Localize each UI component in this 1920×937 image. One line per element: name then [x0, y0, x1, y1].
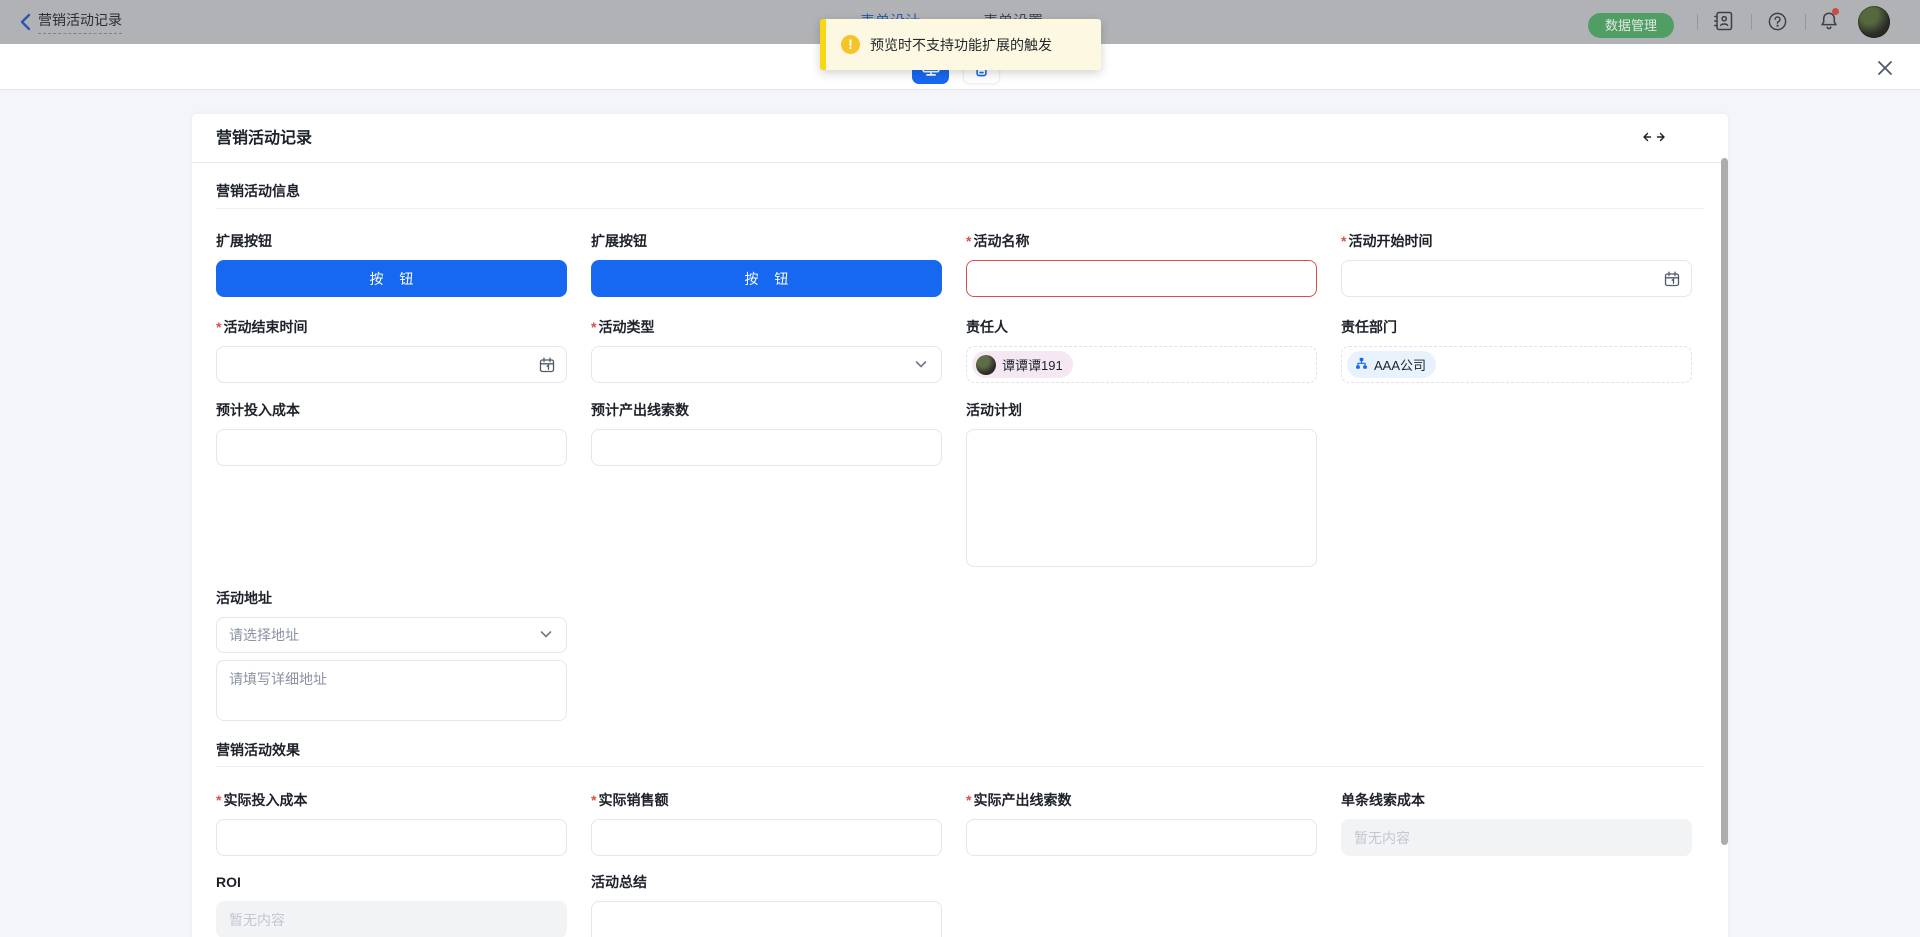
org-chart-icon — [1355, 357, 1368, 373]
address-select-placeholder: 请选择地址 — [229, 625, 299, 645]
field-label: 预计投入成本 — [216, 400, 567, 420]
back-icon[interactable] — [16, 12, 36, 32]
dept-picker[interactable]: AAA公司 — [1341, 346, 1692, 383]
activity-plan-textarea[interactable] — [966, 429, 1317, 567]
calendar-icon — [1663, 270, 1681, 288]
activity-type-select[interactable] — [591, 346, 942, 383]
field-label: 单条线索成本 — [1341, 790, 1692, 810]
actual-leads-input[interactable] — [966, 819, 1317, 856]
end-time-input[interactable] — [216, 346, 567, 383]
field-label: 扩展按钮 — [591, 231, 942, 251]
form-title: 营销活动记录 — [216, 114, 312, 163]
field-actual-cost: 实际投入成本 — [216, 790, 567, 856]
calendar-icon — [538, 356, 556, 374]
field-ext-button-1: 扩展按钮 按 钮 — [216, 231, 567, 297]
cost-per-lead-input — [1341, 819, 1692, 856]
field-address: 活动地址 请选择地址 — [216, 588, 567, 721]
owner-chip: 谭谭谭191 — [972, 351, 1073, 378]
field-owner: 责任人 谭谭谭191 — [966, 317, 1317, 383]
field-label: 扩展按钮 — [216, 231, 567, 251]
field-owner-dept: 责任部门 AAA公司 — [1341, 317, 1692, 383]
field-activity-type: 活动类型 — [591, 317, 942, 383]
field-label: 活动开始时间 — [1341, 231, 1692, 251]
field-label: 实际产出线索数 — [966, 790, 1317, 810]
extension-button-1[interactable]: 按 钮 — [216, 260, 567, 297]
activity-name-input[interactable] — [966, 260, 1317, 297]
field-label: ROI — [216, 872, 567, 892]
address-detail-textarea[interactable] — [216, 660, 567, 721]
field-label: 活动名称 — [966, 231, 1317, 251]
data-manage-button[interactable]: 数据管理 — [1588, 13, 1674, 38]
field-est-leads: 预计产出线索数 — [591, 400, 942, 466]
field-label: 实际投入成本 — [216, 790, 567, 810]
toast-message: 预览时不支持功能扩展的触发 — [870, 35, 1052, 55]
actual-sales-input[interactable] — [591, 819, 942, 856]
field-activity-plan: 活动计划 — [966, 400, 1317, 567]
field-cost-per-lead: 单条线索成本 — [1341, 790, 1692, 856]
header-separator — [1805, 14, 1806, 30]
contact-book-icon[interactable] — [1712, 10, 1734, 32]
section-title-activity-result: 营销活动效果 — [216, 740, 300, 760]
preview-content: 营销活动记录 营销活动信息 扩展按钮 按 钮 扩展按钮 按 钮 — [0, 90, 1920, 937]
close-icon[interactable] — [1874, 57, 1896, 79]
dept-chip: AAA公司 — [1347, 351, 1436, 378]
field-label: 活动总结 — [591, 872, 942, 892]
section-divider — [216, 766, 1704, 767]
section-title-activity-info: 营销活动信息 — [216, 181, 300, 201]
field-start-time: 活动开始时间 — [1341, 231, 1692, 297]
notification-badge — [1832, 8, 1839, 15]
roi-input — [216, 901, 567, 937]
field-label: 实际销售额 — [591, 790, 942, 810]
owner-avatar — [976, 355, 996, 375]
field-end-time: 活动结束时间 — [216, 317, 567, 383]
dept-name: AAA公司 — [1374, 355, 1426, 374]
start-time-input[interactable] — [1341, 260, 1692, 297]
expand-width-icon[interactable] — [1642, 130, 1666, 148]
header-separator — [1751, 14, 1752, 30]
warning-toast: ! 预览时不支持功能扩展的触发 — [820, 19, 1101, 70]
page-title: 营销活动记录 — [38, 10, 122, 34]
field-activity-name: 活动名称 — [966, 231, 1317, 297]
field-label: 责任人 — [966, 317, 1317, 337]
owner-name: 谭谭谭191 — [1002, 355, 1063, 374]
form-card: 营销活动记录 营销活动信息 扩展按钮 按 钮 扩展按钮 按 钮 — [192, 114, 1728, 937]
field-label: 活动类型 — [591, 317, 942, 337]
field-label: 活动结束时间 — [216, 317, 567, 337]
section-divider — [216, 208, 1704, 209]
warning-icon: ! — [841, 35, 860, 54]
field-actual-sales: 实际销售额 — [591, 790, 942, 856]
owner-picker[interactable]: 谭谭谭191 — [966, 346, 1317, 383]
field-label: 预计产出线索数 — [591, 400, 942, 420]
field-label: 活动计划 — [966, 400, 1317, 420]
vertical-scrollbar[interactable] — [1721, 158, 1728, 845]
help-icon[interactable] — [1767, 11, 1789, 33]
form-card-header: 营销活动记录 — [192, 114, 1728, 163]
field-roi: ROI — [216, 872, 567, 937]
field-actual-leads: 实际产出线索数 — [966, 790, 1317, 856]
actual-cost-input[interactable] — [216, 819, 567, 856]
summary-textarea[interactable] — [591, 901, 942, 937]
field-label: 责任部门 — [1341, 317, 1692, 337]
extension-button-2[interactable]: 按 钮 — [591, 260, 942, 297]
user-avatar[interactable] — [1858, 6, 1890, 38]
address-select[interactable]: 请选择地址 — [216, 617, 567, 653]
page: 营销活动记录 表单设计 表单设置 数据管理 — [0, 0, 1920, 937]
chevron-down-icon — [538, 626, 556, 644]
est-leads-input[interactable] — [591, 429, 942, 466]
est-cost-input[interactable] — [216, 429, 567, 466]
field-summary: 活动总结 — [591, 872, 942, 937]
field-ext-button-2: 扩展按钮 按 钮 — [591, 231, 942, 297]
field-label: 活动地址 — [216, 588, 567, 608]
chevron-down-icon — [913, 356, 931, 374]
header-separator — [1697, 14, 1698, 30]
field-est-cost: 预计投入成本 — [216, 400, 567, 466]
